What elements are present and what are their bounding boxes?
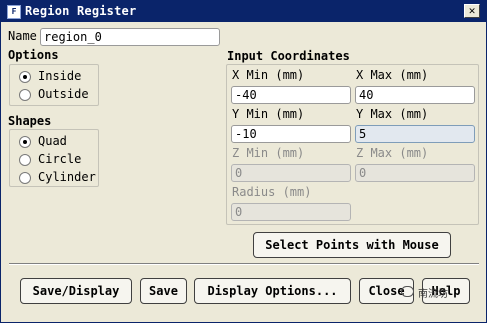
x-min-label: X Min (mm) (232, 68, 305, 82)
z-max-field: 0 (355, 164, 475, 182)
y-max-field[interactable]: 5 (355, 125, 475, 143)
name-field[interactable]: region_0 (40, 28, 220, 46)
y-min-label: Y Min (mm) (232, 107, 305, 121)
watermark: 南流坊 (401, 282, 477, 302)
option-outside-label: Outside (38, 87, 89, 101)
radio-outside[interactable] (19, 89, 31, 101)
input-coordinates-group: X Min (mm) X Max (mm) -40 40 Y Min (mm) … (226, 64, 479, 225)
divider (9, 263, 479, 265)
shape-quad-label: Quad (38, 134, 67, 148)
input-coordinates-label: Input Coordinates (227, 49, 350, 63)
radius-field: 0 (231, 203, 351, 221)
y-min-field[interactable]: -10 (231, 125, 351, 143)
watermark-text: 南流坊 (418, 289, 448, 300)
x-max-label: X Max (mm) (356, 68, 429, 82)
x-max-field[interactable]: 40 (355, 86, 475, 104)
close-window-button[interactable]: ✕ (464, 4, 480, 18)
wechat-icon (401, 286, 414, 297)
radio-inside-selected[interactable] (19, 71, 31, 83)
z-min-label: Z Min (mm) (232, 146, 305, 160)
z-max-label: Z Max (mm) (356, 146, 429, 160)
shape-cylinder-label: Cylinder (38, 170, 96, 184)
title-bar[interactable]: F Region Register ✕ (1, 1, 486, 22)
display-options-button[interactable]: Display Options... (194, 278, 351, 304)
options-group: Inside Outside (9, 64, 99, 106)
z-min-field: 0 (231, 164, 351, 182)
x-min-field[interactable]: -40 (231, 86, 351, 104)
options-label: Options (8, 48, 59, 62)
radio-quad-selected[interactable] (19, 136, 31, 148)
option-inside-label: Inside (38, 69, 82, 83)
shape-circle-label: Circle (38, 152, 82, 166)
shapes-label: Shapes (8, 114, 52, 128)
name-label: Name (8, 29, 37, 43)
select-points-button[interactable]: Select Points with Mouse (253, 232, 451, 258)
save-button[interactable]: Save (140, 278, 187, 304)
radius-label: Radius (mm) (232, 185, 312, 199)
radio-circle[interactable] (19, 154, 31, 166)
fluent-app-icon: F (7, 5, 21, 19)
region-register-window: F Region Register ✕ Name region_0 Option… (0, 0, 487, 323)
shapes-group: Quad Circle Cylinder (9, 129, 99, 187)
radio-cylinder[interactable] (19, 172, 31, 184)
window-title: Region Register (25, 4, 137, 18)
y-max-label: Y Max (mm) (356, 107, 429, 121)
save-display-button[interactable]: Save/Display (20, 278, 132, 304)
